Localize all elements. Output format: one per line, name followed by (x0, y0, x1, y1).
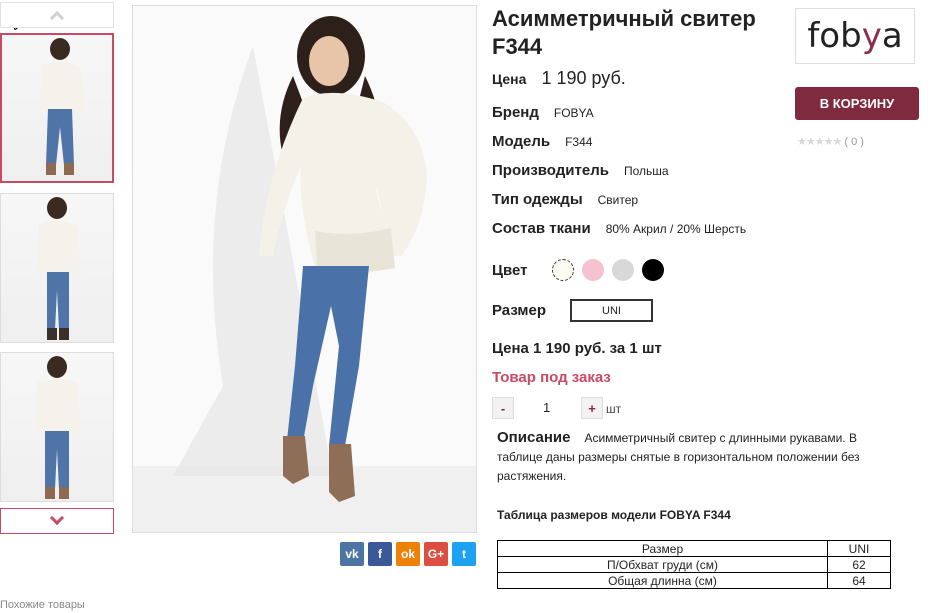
attribute-model: Модель F344 (492, 133, 592, 150)
availability-status: Товар под заказ (492, 369, 611, 386)
quantity-decrease-button[interactable]: - (492, 397, 514, 419)
similar-products-label: Похожие товары (0, 599, 85, 611)
thumbnail-3[interactable] (0, 352, 114, 502)
size-table-title: Таблица размеров модели FOBYA F344 (497, 508, 731, 522)
table-cell: 64 (827, 572, 891, 589)
table-cell: Общая длинна (см) (497, 572, 828, 589)
size-option-uni[interactable]: UNI (570, 299, 653, 322)
color-label: Цвет (492, 262, 528, 279)
google-plus-share-icon[interactable]: G+ (424, 542, 448, 566)
size-table: Размер UNI П/Обхват груди (см) 62 Общая … (497, 540, 891, 589)
attribute-value: F344 (565, 135, 593, 149)
table-header: Размер (497, 540, 828, 557)
price-value: 1 190 руб. (541, 68, 626, 88)
attribute-value: Свитер (597, 193, 639, 207)
color-row: Цвет (492, 262, 527, 279)
main-product-image[interactable] (132, 5, 477, 533)
brand-logo[interactable]: fobya (795, 8, 915, 64)
odnoklassniki-share-icon[interactable]: ok (396, 542, 420, 566)
twitter-share-icon[interactable]: t (452, 542, 476, 566)
attribute-label: Бренд (492, 104, 539, 121)
description: Описание Асимметричный свитер с длинными … (497, 428, 897, 486)
thumbnails-down-button[interactable] (0, 508, 114, 534)
color-swatches (552, 259, 664, 281)
product-title: Асимметричный свитер F344 (492, 6, 756, 59)
social-share-bar: vk f ok G+ t (340, 542, 476, 566)
brand-logo-text: fobya (807, 16, 903, 56)
attribute-fabric: Состав ткани 80% Акрил / 20% Шерсть (492, 220, 746, 237)
color-swatch-grey[interactable] (612, 259, 634, 281)
vk-share-icon[interactable]: vk (340, 542, 364, 566)
model-photo (35, 356, 81, 499)
attribute-brand: Бренд FOBYA (492, 104, 594, 121)
attribute-value: FOBYA (553, 106, 594, 120)
attribute-label: Модель (492, 133, 551, 150)
rating[interactable]: ★★★★★ ( 0 ) (797, 135, 864, 148)
rating-stars-icon: ★★★★★ (797, 136, 842, 148)
chevron-up-icon (49, 10, 65, 26)
size-label: Размер (492, 302, 547, 319)
attribute-manufacturer: Производитель Польша (492, 162, 669, 179)
thumbnail-1[interactable] (0, 33, 114, 183)
description-label: Описание (497, 429, 571, 446)
thumbnails-up-button[interactable] (0, 2, 114, 28)
color-swatch-black[interactable] (642, 259, 664, 281)
thumbnail-gallery (0, 0, 116, 535)
quantity-increase-button[interactable]: + (581, 397, 603, 419)
price-row: Цена 1 190 руб. (492, 68, 626, 89)
attribute-clothing-type: Тип одежды Свитер (492, 191, 638, 208)
price-label: Цена (492, 71, 527, 87)
model-photo (40, 38, 86, 175)
chevron-down-icon (49, 510, 65, 526)
price-per-unit: Цена 1 190 руб. за 1 шт (492, 340, 662, 357)
add-to-cart-button[interactable]: В КОРЗИНУ (795, 87, 919, 120)
attribute-label: Тип одежды (492, 191, 583, 208)
quantity-unit: шт (606, 402, 622, 416)
facebook-share-icon[interactable]: f (368, 542, 392, 566)
attribute-value: Польша (623, 164, 669, 178)
attribute-value: 80% Акрил / 20% Шерсть (605, 222, 747, 236)
table-row: Общая длинна (см) 64 (497, 572, 891, 589)
table-cell: П/Обхват груди (см) (497, 556, 828, 573)
attribute-label: Состав ткани (492, 220, 591, 237)
model-photo (37, 197, 81, 340)
model-photo (133, 16, 476, 532)
rating-count: ( 0 ) (844, 136, 864, 148)
table-header-row: Размер UNI (497, 540, 891, 557)
quantity-value[interactable]: 1 (543, 400, 550, 415)
color-swatch-pink[interactable] (582, 259, 604, 281)
attribute-label: Производитель (492, 162, 609, 179)
table-cell: 62 (827, 556, 891, 573)
thumbnail-2[interactable] (0, 193, 114, 343)
size-row: Размер (492, 302, 546, 319)
table-row: П/Обхват груди (см) 62 (497, 556, 891, 573)
table-header: UNI (827, 540, 891, 557)
color-swatch-cream[interactable] (552, 259, 574, 281)
